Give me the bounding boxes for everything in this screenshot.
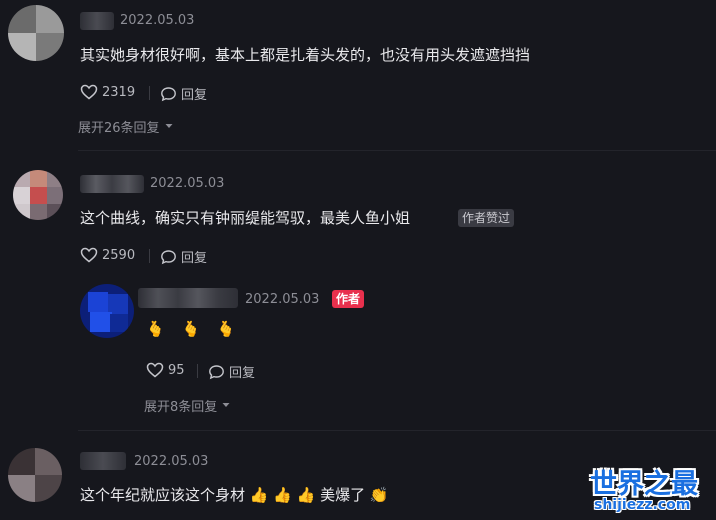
avatar[interactable] [80, 284, 134, 338]
watermark-url: shijiezz.com [594, 497, 691, 513]
chevron-down-icon [221, 398, 231, 413]
username-blurred[interactable] [138, 288, 238, 308]
divider [149, 86, 150, 100]
chat-bubble-icon [160, 86, 177, 102]
comment-divider [78, 430, 716, 431]
reply-button[interactable]: 回复 [208, 362, 255, 381]
reply-label: 回复 [229, 366, 256, 381]
username-blurred[interactable] [80, 12, 114, 30]
heart-icon [80, 247, 98, 263]
reply-text: 🫰 🫰 🫰 [146, 320, 242, 338]
reply-button[interactable]: 回复 [160, 247, 207, 266]
heart-icon [80, 84, 98, 100]
like-button[interactable]: 95 [146, 362, 185, 378]
reply-date: 2022.05.03 [245, 292, 320, 307]
comment-date: 2022.05.03 [134, 454, 209, 469]
comment-text: 这个曲线，确实只有钟丽缇能驾驭，最美人鱼小姐 [80, 209, 411, 227]
divider [149, 249, 150, 263]
like-button[interactable]: 2319 [80, 84, 135, 100]
like-count: 2590 [102, 247, 136, 263]
divider [197, 364, 198, 378]
author-badge: 作者 [332, 290, 365, 308]
reply-label: 回复 [181, 88, 208, 103]
username-blurred[interactable] [80, 452, 126, 470]
comment-date: 2022.05.03 [120, 13, 195, 28]
avatar[interactable] [8, 5, 64, 61]
chat-bubble-icon [160, 249, 177, 265]
avatar[interactable] [13, 170, 63, 220]
expand-replies-button[interactable]: 展开8条回复 [144, 396, 231, 415]
comment-divider [78, 150, 716, 151]
username-blurred[interactable] [80, 175, 144, 193]
reply-label: 回复 [181, 251, 208, 266]
avatar[interactable] [8, 448, 62, 502]
chevron-down-icon [164, 119, 174, 134]
like-button[interactable]: 2590 [80, 247, 135, 263]
author-liked-badge: 作者赞过 [458, 209, 515, 227]
like-count: 2319 [102, 84, 136, 100]
comment-text: 这个年纪就应该这个身材 👍 👍 👍 美爆了 👏 [80, 486, 389, 504]
reply-button[interactable]: 回复 [160, 84, 207, 103]
comment-date: 2022.05.03 [150, 176, 225, 191]
expand-label: 展开26条回复 [78, 121, 160, 136]
expand-label: 展开8条回复 [144, 400, 218, 415]
chat-bubble-icon [208, 364, 225, 380]
like-count: 95 [168, 362, 185, 378]
watermark-title: 世界之最 [590, 469, 698, 500]
heart-icon [146, 362, 164, 378]
expand-replies-button[interactable]: 展开26条回复 [78, 117, 174, 136]
comment-text: 其实她身材很好啊，基本上都是扎着头发的，也没有用头发遮遮挡挡 [80, 46, 531, 64]
